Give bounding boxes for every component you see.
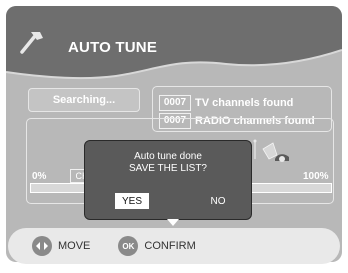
search-status: Searching... bbox=[28, 88, 140, 112]
move-hint-label: MOVE bbox=[58, 240, 91, 252]
no-button[interactable]: NO bbox=[203, 193, 233, 209]
screen: AUTO TUNE Searching... 0007 TV channels … bbox=[0, 0, 348, 273]
tv-count-row: 0007 TV channels found bbox=[159, 95, 293, 111]
progress-max-label: 100% bbox=[303, 171, 329, 182]
yes-button[interactable]: YES bbox=[115, 193, 149, 209]
dialog-line-2: SAVE THE LIST? bbox=[129, 163, 207, 174]
satellite-dish-icon bbox=[249, 139, 295, 172]
progress-min-label: 0% bbox=[32, 171, 47, 182]
confirm-hint-label: CONFIRM bbox=[144, 240, 196, 252]
dialog-line-1: Auto tune done bbox=[134, 151, 202, 162]
tv-count-label: TV channels found bbox=[195, 97, 294, 109]
header-bar: AUTO TUNE bbox=[6, 6, 342, 84]
left-right-arrows-icon bbox=[32, 236, 52, 256]
dialog-pointer bbox=[167, 219, 179, 226]
tv-count-value: 0007 bbox=[159, 95, 191, 111]
footer-hint-bar: MOVE OK CONFIRM bbox=[8, 228, 340, 264]
header-wave-background bbox=[6, 6, 342, 80]
dialog-message: Auto tune done SAVE THE LIST? bbox=[85, 151, 251, 175]
save-confirm-dialog: Auto tune done SAVE THE LIST? YES NO bbox=[84, 140, 252, 220]
ok-button-icon: OK bbox=[118, 236, 139, 256]
page-title: AUTO TUNE bbox=[68, 39, 158, 56]
